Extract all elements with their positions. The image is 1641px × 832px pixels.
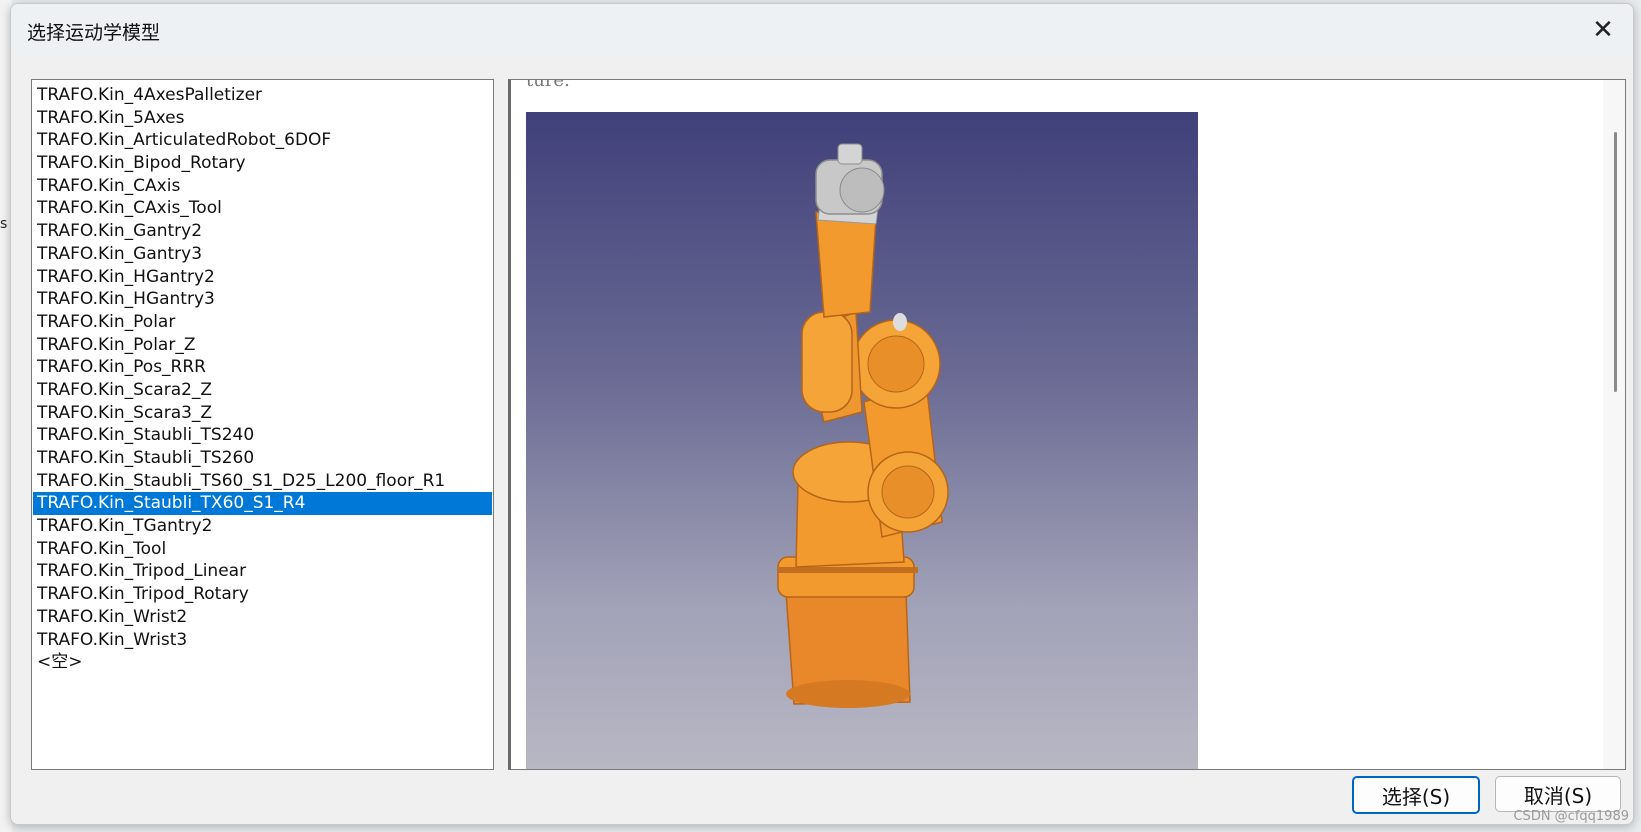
list-item[interactable]: TRAFO.Kin_Bipod_Rotary (33, 152, 492, 175)
list-item[interactable]: TRAFO.Kin_Scara3_Z (33, 402, 492, 425)
list-item[interactable]: TRAFO.Kin_Pos_RRR (33, 356, 492, 379)
list-item[interactable]: TRAFO.Kin_Gantry2 (33, 220, 492, 243)
list-item[interactable]: TRAFO.Kin_Staubli_TS260 (33, 447, 492, 470)
preview-vertical-scrollbar[interactable] (1603, 80, 1625, 769)
preview-scrollbar-thumb[interactable] (1614, 132, 1617, 392)
kinematics-model-list[interactable]: TRAFO.Kin_4AxesPalletizer TRAFO.Kin_5Axes… (31, 79, 494, 770)
background-partial-text: s (0, 216, 8, 232)
preview-cut-text: ture. (526, 79, 570, 91)
list-item[interactable]: TRAFO.Kin_Tool (33, 538, 492, 561)
list-item[interactable]: TRAFO.Kin_Staubli_TS240 (33, 424, 492, 447)
list-item[interactable]: TRAFO.Kin_Wrist2 (33, 606, 492, 629)
list-item[interactable]: TRAFO.Kin_HGantry3 (33, 288, 492, 311)
list-item[interactable]: TRAFO.Kin_Tripod_Rotary (33, 583, 492, 606)
dialog-titlebar: 选择运动学模型 ✕ (11, 4, 1633, 56)
list-item[interactable]: TRAFO.Kin_Polar_Z (33, 334, 492, 357)
list-item[interactable]: <空> (33, 651, 492, 674)
list-item[interactable]: TRAFO.Kin_Staubli_TX60_S1_R4 (33, 492, 492, 516)
list-item[interactable]: TRAFO.Kin_5Axes (33, 107, 492, 130)
list-item[interactable]: TRAFO.Kin_4AxesPalletizer (33, 84, 492, 107)
cancel-button[interactable]: 取消(S) (1495, 776, 1621, 812)
robot-arm-icon (777, 143, 949, 708)
dialog-title: 选择运动学模型 (27, 22, 161, 44)
robot-arm-illustration (777, 143, 949, 708)
model-preview-pane: ture. (508, 79, 1626, 770)
close-icon: ✕ (1592, 15, 1614, 45)
list-item[interactable]: TRAFO.Kin_Polar (33, 311, 492, 334)
list-item[interactable]: TRAFO.Kin_CAxis (33, 175, 492, 198)
list-item[interactable]: TRAFO.Kin_ArticulatedRobot_6DOF (33, 129, 492, 152)
list-item[interactable]: TRAFO.Kin_TGantry2 (33, 515, 492, 538)
list-item[interactable]: TRAFO.Kin_CAxis_Tool (33, 197, 492, 220)
watermark-text: CSDN @cfqq1989 (1513, 809, 1629, 824)
robot-preview-image (526, 112, 1198, 769)
list-item[interactable]: TRAFO.Kin_Tripod_Linear (33, 560, 492, 583)
select-button[interactable]: 选择(S) (1352, 776, 1480, 814)
list-item[interactable]: TRAFO.Kin_HGantry2 (33, 266, 492, 289)
list-item[interactable]: TRAFO.Kin_Wrist3 (33, 629, 492, 652)
close-button[interactable]: ✕ (1573, 4, 1633, 56)
list-item[interactable]: TRAFO.Kin_Gantry3 (33, 243, 492, 266)
list-item[interactable]: TRAFO.Kin_Staubli_TS60_S1_D25_L200_floor… (33, 470, 492, 493)
list-item[interactable]: TRAFO.Kin_Scara2_Z (33, 379, 492, 402)
kinematics-model-dialog: 选择运动学模型 ✕ TRAFO.Kin_4AxesPalletizer TRAFO… (10, 3, 1634, 825)
